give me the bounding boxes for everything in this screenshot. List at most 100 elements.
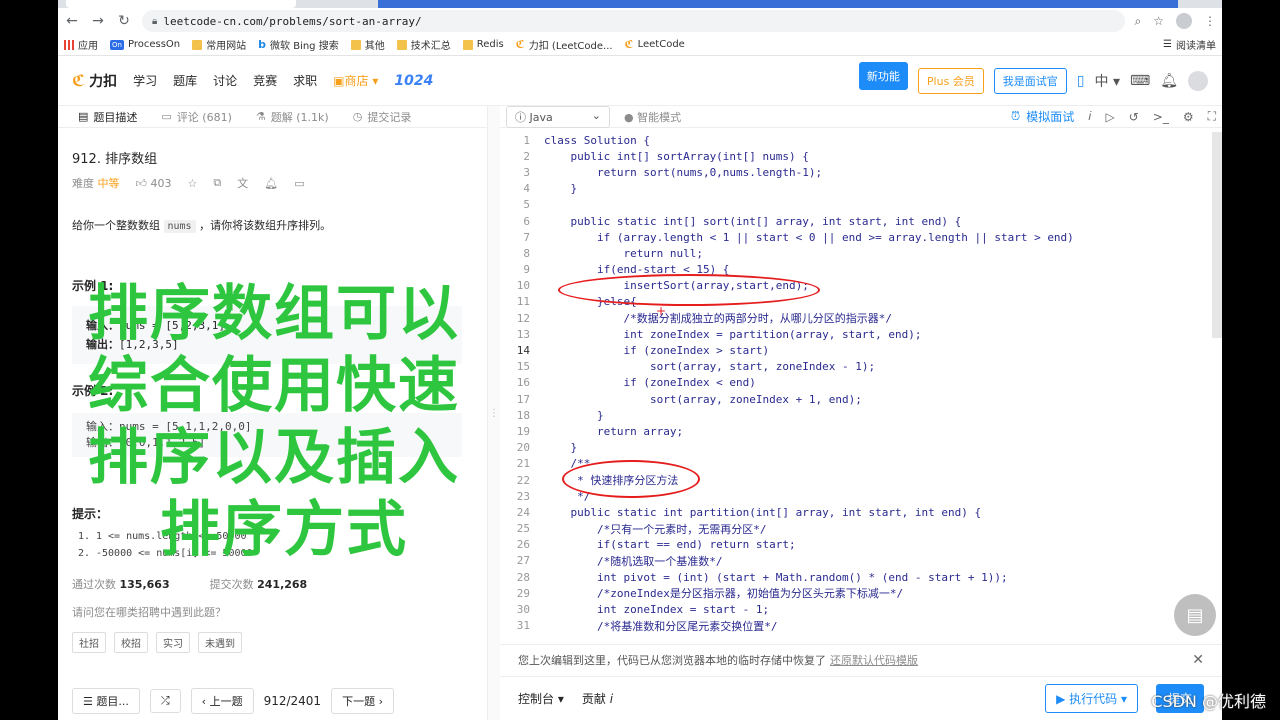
code-line[interactable]: 20 } [500,440,1210,456]
share-icon[interactable]: ⧉ [213,176,221,190]
tag-button[interactable]: 社招 [72,632,106,653]
problem-list-button[interactable]: ☰ 题目... [72,688,140,714]
tab-solutions[interactable]: ⚗ 题解 (1.1k) [256,109,329,125]
bell-icon[interactable]: 🔔︎ [264,177,278,190]
tab-comments[interactable]: ▭ 评论 (681) [161,109,231,125]
code-line[interactable]: 16 if (zoneIndex < end) [500,375,1210,391]
code-line[interactable]: 12 /*数据分割成独立的两部分时，从哪儿分区的指示器*/ [500,310,1210,326]
code-line[interactable]: 28 int pivot = (int) (start + Math.rando… [500,569,1210,585]
browser-tab-active[interactable] [66,0,296,8]
nav-jobs[interactable]: 求职 [293,72,317,89]
reload-icon[interactable]: ↻ [116,13,132,29]
code-line[interactable]: 27 /*随机选取一个基准数*/ [500,553,1210,569]
console-icon[interactable]: >_ [1153,110,1169,124]
bookmark-bing[interactable]: b 微软 Bing 搜索 [258,37,339,52]
bookmark-folder[interactable]: 其他 [350,37,385,52]
code-editor[interactable]: 1 class Solution {2 public int[] sortArra… [500,132,1210,638]
code-line[interactable]: 30 int zoneIndex = start - 1; [500,601,1210,617]
tab-description[interactable]: ▤ 题目描述 [78,109,137,125]
fullscreen-icon[interactable]: ⛶ [1208,109,1216,124]
editor-scrollbar[interactable] [1212,132,1222,338]
code-text: return array; [544,424,684,438]
nav-discuss[interactable]: 讨论 [213,72,237,89]
code-line[interactable]: 6 public static int[] sort(int[] array, … [500,213,1210,229]
page-indicator: 912/2401 [263,694,322,708]
prev-problem-button[interactable]: ‹ 上一题 [190,688,254,714]
notes-fab[interactable]: ▤ [1174,594,1216,636]
reading-list[interactable]: ☰ 阅读清单 [1163,37,1216,52]
code-line[interactable]: 14 if (zoneIndex > start) [500,342,1210,358]
code-line[interactable]: 2 public int[] sortArray(int[] nums) { [500,148,1210,164]
code-line[interactable]: 31 /*将基准数和分区尾元素交换位置*/ [500,618,1210,634]
like-button[interactable]: 👍︎ 403 [136,177,172,190]
menu-icon[interactable]: ⋮ [1204,14,1216,28]
code-line[interactable]: 18 } [500,407,1210,423]
contribute-button[interactable]: 贡献 i [582,690,613,707]
interviewer-button[interactable]: 我是面试官 [993,67,1067,94]
url-field[interactable]: 🔒︎ leetcode-cn.com/problems/sort-an-arra… [142,10,1125,32]
tab-submissions[interactable]: ◷ 提交记录 [353,109,412,125]
brand-1024[interactable]: 1024 [394,73,433,89]
code-line[interactable]: 7 if (array.length < 1 || start < 0 || e… [500,229,1210,245]
nav-contest[interactable]: 竞赛 [253,72,277,89]
code-line[interactable]: 4 } [500,181,1210,197]
nav-problems[interactable]: 题库 [173,72,197,89]
new-feature-badge[interactable]: 新功能 [858,61,908,90]
settings-icon[interactable]: ⚙ [1183,110,1194,124]
plus-member-button[interactable]: Plus 会员 [917,67,984,94]
translate-icon[interactable]: 文 [237,175,248,191]
code-line[interactable]: 9 if(end-start < 15) { [500,262,1210,278]
shuffle-button[interactable]: ⤮ [149,689,181,713]
forward-icon[interactable]: → [90,13,106,29]
tag-button[interactable]: 未遇到 [198,632,242,653]
run-code-button[interactable]: ▶ 执行代码 ▾ [1045,684,1138,713]
code-line[interactable]: 19 return array; [500,423,1210,439]
tag-button[interactable]: 实习 [156,632,190,653]
tag-button[interactable]: 校招 [114,632,148,653]
bookmark-processon[interactable]: On ProcessOn [110,39,180,50]
code-line[interactable]: 1 class Solution { [500,132,1210,148]
bookmark-folder[interactable]: Redis [462,39,504,50]
next-problem-button[interactable]: 下一题 › [331,688,394,714]
nav-shop[interactable]: ▣商店 ▾ [333,72,378,89]
play-icon[interactable]: ▷ [1105,110,1114,124]
profile-icon[interactable] [1176,13,1192,29]
reset-icon[interactable]: ↺ [1129,110,1139,124]
code-line[interactable]: 26 if(start == end) return start; [500,537,1210,553]
star-icon[interactable]: ☆ [1153,14,1164,28]
language-select[interactable]: 中 ▾ [1095,71,1120,91]
zoom-icon[interactable]: ⌕ [1135,14,1142,29]
logo[interactable]: ℭ 力扣 [72,71,117,91]
code-line[interactable]: 25 /*只有一个元素时，无需再分区*/ [500,521,1210,537]
code-line[interactable]: 17 sort(array, zoneIndex + 1, end); [500,391,1210,407]
bookmark-leetcode[interactable]: ℭ LeetCode [625,38,685,51]
code-line[interactable]: 29 /*zoneIndex是分区指示器，初始值为分区头元素下标减一*/ [500,585,1210,601]
browser-tab[interactable] [378,0,1178,8]
code-line[interactable]: 5 [500,197,1210,213]
feedback-icon[interactable]: ▭ [294,177,304,190]
code-line[interactable]: 15 sort(array, start, zoneIndex - 1); [500,359,1210,375]
star-icon[interactable]: ☆ [188,177,198,190]
code-line[interactable]: 3 return sort(nums,0,nums.length-1); [500,164,1210,180]
code-line[interactable]: 24 public static int partition(int[] arr… [500,504,1210,520]
console-button[interactable]: 控制台 ▾ [518,690,564,707]
code-line[interactable]: 8 return null; [500,245,1210,261]
avatar[interactable] [1188,70,1208,91]
bell-icon[interactable]: 🔔︎ [1160,73,1178,89]
restore-default-link[interactable]: 还原默认代码模版 [830,652,918,668]
terminal-icon[interactable]: ⌨ [1130,73,1150,89]
back-icon[interactable]: ← [64,13,80,29]
nav-learn[interactable]: 学习 [133,72,157,89]
phone-icon[interactable]: ▯ [1077,73,1085,89]
smart-mode-toggle[interactable]: ● 智能模式 [624,109,681,125]
mock-interview-button[interactable]: ⏰︎ 模拟面试 [1011,108,1074,125]
close-icon[interactable]: ✕ [1192,652,1204,668]
bookmark-apps[interactable]: 应用 [64,37,98,52]
code-line[interactable]: 13 int zoneIndex = partition(array, star… [500,326,1210,342]
language-select[interactable]: ⓘ Java ⌄ [506,106,610,128]
bookmark-leetcode-cn[interactable]: ℭ 力扣 (LeetCode... [516,37,613,52]
bookmark-folder[interactable]: 常用网站 [192,37,246,52]
code-text: /*将基准数和分区尾元素交换位置*/ [544,619,778,633]
bookmark-folder[interactable]: 技术汇总 [396,37,451,52]
info-icon[interactable]: 𝑖 [1088,109,1091,124]
